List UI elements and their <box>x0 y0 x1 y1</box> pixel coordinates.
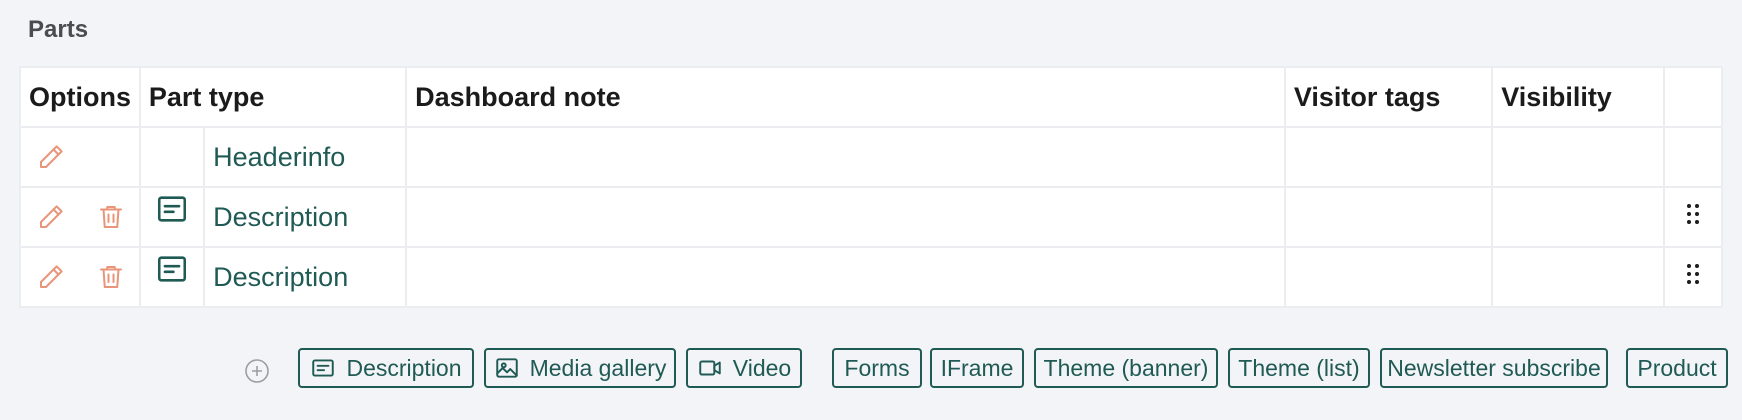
options-cell <box>19 186 141 248</box>
add-video-button[interactable]: Video <box>686 348 802 388</box>
options-cell <box>19 126 141 188</box>
table-row: Description <box>19 246 1723 308</box>
text-block-icon <box>155 192 189 226</box>
add-circle-icon <box>244 358 270 384</box>
add-forms-label: Forms <box>844 354 910 381</box>
part-type-icon-cell <box>138 246 206 308</box>
add-part-toolbar: Description Media gallery Video Forms IF… <box>0 348 1742 392</box>
part-type-label: Description <box>203 246 408 308</box>
column-header-part-type: Part type <box>138 66 408 128</box>
text-block-icon <box>310 355 336 381</box>
drag-cell <box>1663 126 1723 188</box>
add-media-gallery-label: Media gallery <box>529 354 667 381</box>
drag-cell <box>1663 246 1723 308</box>
dashboard-note-cell <box>405 186 1286 248</box>
visibility-cell <box>1491 186 1666 248</box>
add-iframe-button[interactable]: IFrame <box>930 348 1024 388</box>
drag-cell <box>1663 186 1723 248</box>
visitor-tags-cell <box>1283 186 1494 248</box>
add-product-label: Product <box>1637 354 1717 381</box>
add-description-label: Description <box>346 354 462 381</box>
section-title: Parts <box>28 16 89 43</box>
drag-handle-icon[interactable] <box>1685 262 1701 292</box>
table-header-row: Options Part type Dashboard note Visitor… <box>19 66 1723 128</box>
add-forms-button[interactable]: Forms <box>832 348 922 388</box>
add-newsletter-subscribe-label: Newsletter subscribe <box>1387 354 1601 381</box>
table-row: Description <box>19 186 1723 248</box>
trash-icon[interactable] <box>96 202 126 232</box>
column-header-options: Options <box>19 66 141 128</box>
part-type-icon-cell <box>138 186 206 248</box>
column-header-visibility: Visibility <box>1491 66 1666 128</box>
column-header-drag <box>1663 66 1723 128</box>
drag-handle-icon[interactable] <box>1685 202 1701 232</box>
trash-icon[interactable] <box>96 262 126 292</box>
add-theme-banner-button[interactable]: Theme (banner) <box>1034 348 1218 388</box>
image-icon <box>494 355 520 381</box>
table-row: Headerinfo <box>19 126 1723 188</box>
visibility-cell <box>1491 126 1666 188</box>
visitor-tags-cell <box>1283 246 1494 308</box>
edit-pencil-icon[interactable] <box>36 142 66 172</box>
part-type-label: Headerinfo <box>203 126 408 188</box>
edit-pencil-icon[interactable] <box>36 262 66 292</box>
edit-pencil-icon[interactable] <box>36 202 66 232</box>
visibility-cell <box>1491 246 1666 308</box>
video-icon <box>697 355 723 381</box>
add-description-button[interactable]: Description <box>298 348 474 388</box>
visitor-tags-cell <box>1283 126 1494 188</box>
add-newsletter-subscribe-button[interactable]: Newsletter subscribe <box>1380 348 1608 388</box>
part-type-icon-cell <box>138 126 206 188</box>
dashboard-note-cell <box>405 246 1286 308</box>
parts-table: Options Part type Dashboard note Visitor… <box>19 66 1723 308</box>
add-product-button[interactable]: Product <box>1626 348 1728 388</box>
add-theme-banner-label: Theme (banner) <box>1043 354 1209 381</box>
add-theme-list-button[interactable]: Theme (list) <box>1228 348 1370 388</box>
add-theme-list-label: Theme (list) <box>1238 354 1360 381</box>
text-block-icon <box>155 252 189 286</box>
options-cell <box>19 246 141 308</box>
column-header-visitor-tags: Visitor tags <box>1283 66 1494 128</box>
column-header-dashboard-note: Dashboard note <box>405 66 1286 128</box>
add-media-gallery-button[interactable]: Media gallery <box>484 348 676 388</box>
dashboard-note-cell <box>405 126 1286 188</box>
add-video-label: Video <box>732 354 792 381</box>
part-type-label: Description <box>203 186 408 248</box>
add-iframe-label: IFrame <box>940 354 1014 381</box>
